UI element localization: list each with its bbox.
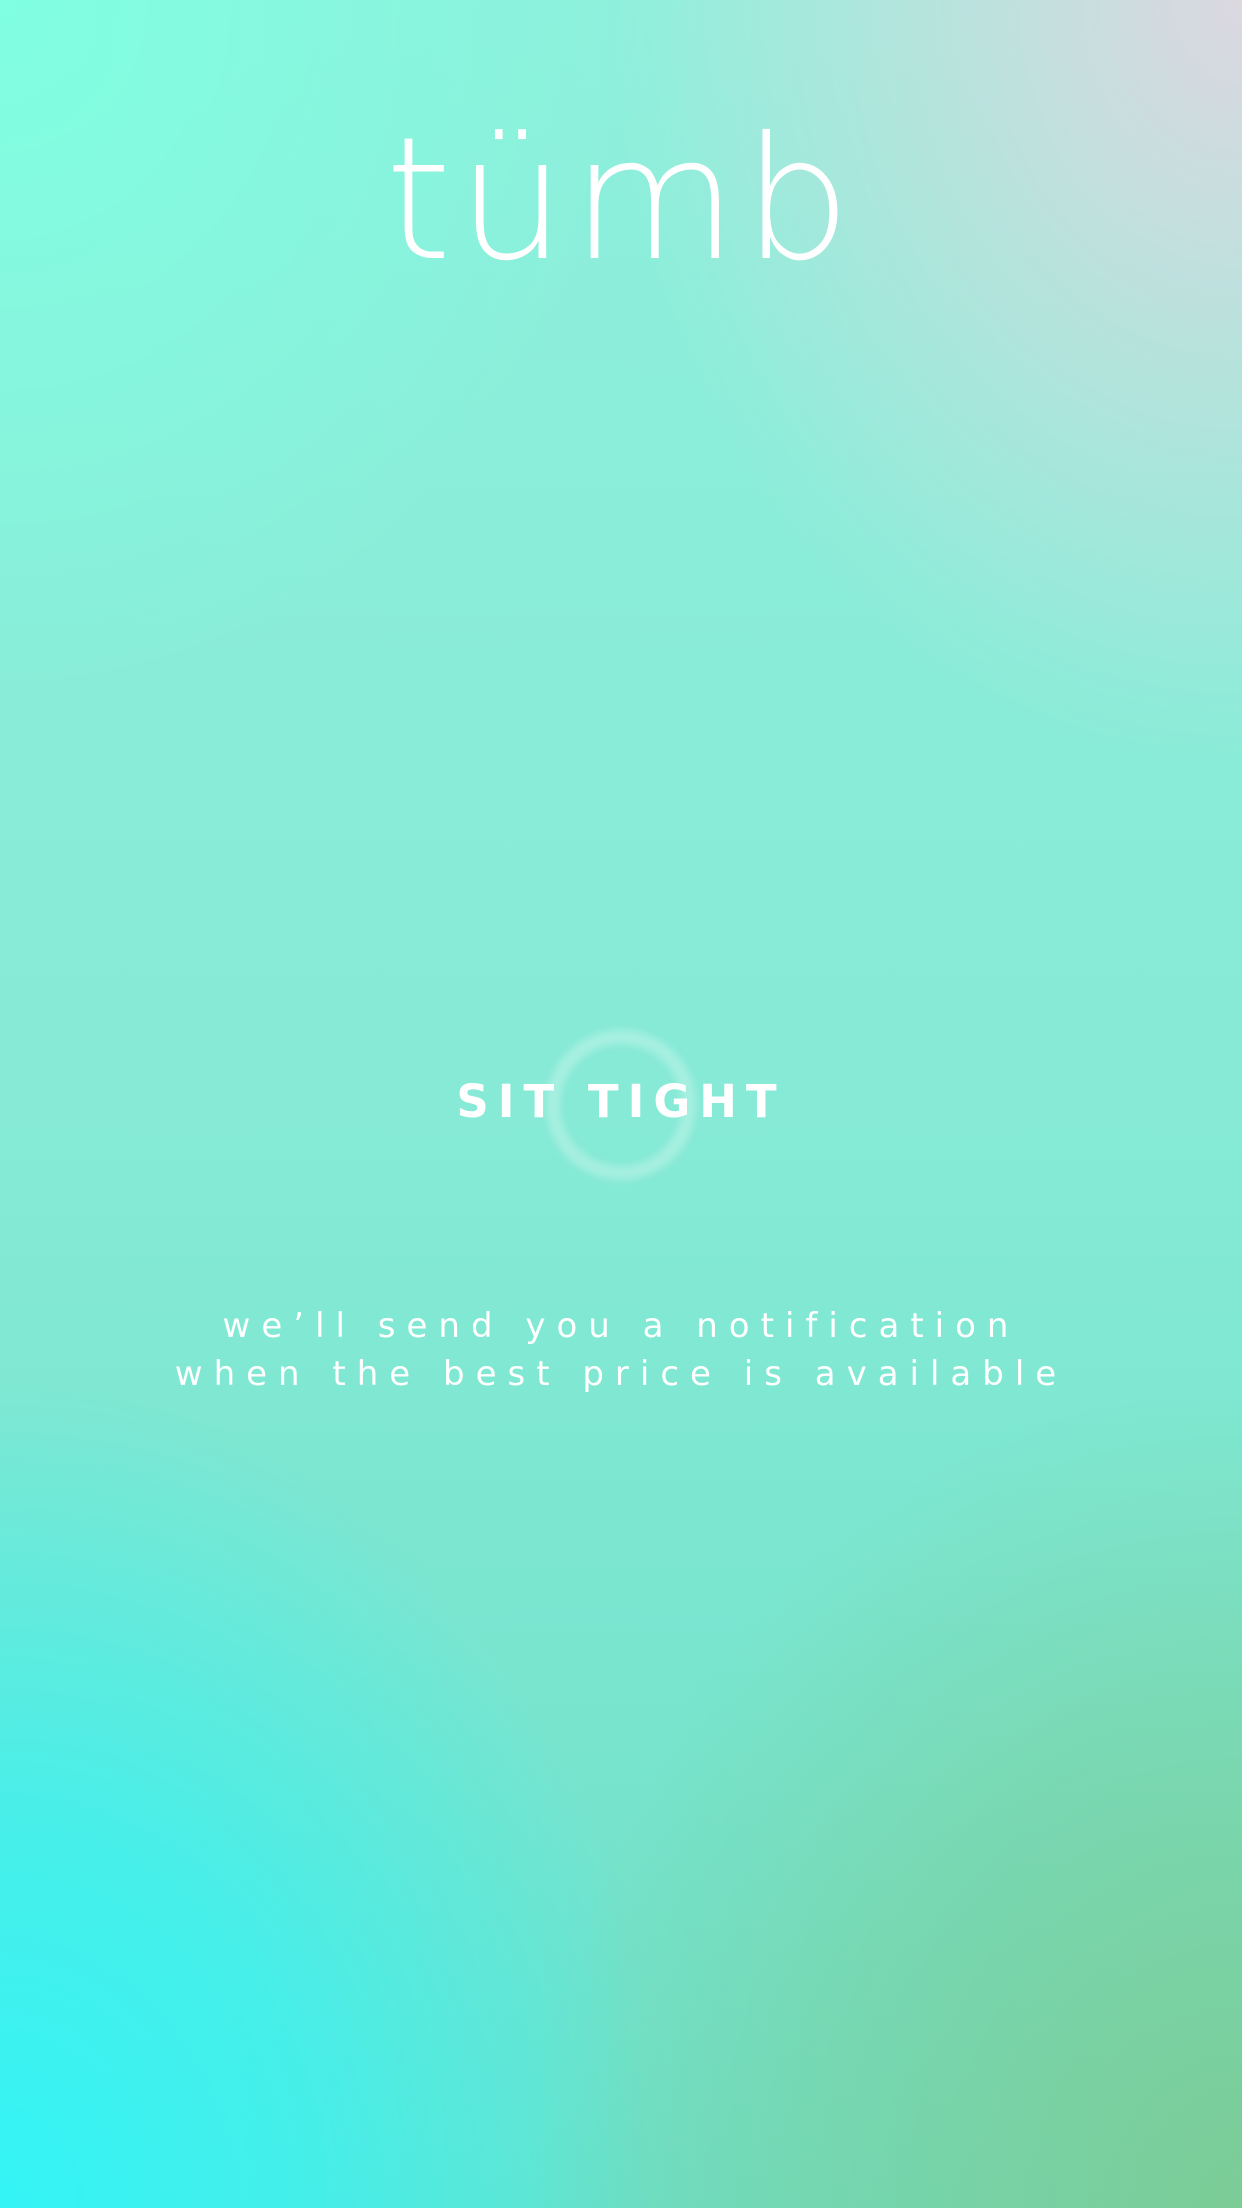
status-message-line-1: we’ll send you a notification	[222, 1306, 1020, 1346]
loading-screen: tümb SIT TIGHT we’ll send you a notifica…	[0, 0, 1242, 2208]
app-logo: tümb	[385, 101, 857, 299]
status-message: we’ll send you a notification when the b…	[0, 1302, 1242, 1398]
status-title: SIT TIGHT	[456, 1075, 786, 1128]
status-message-line-2: when the best price is available	[174, 1354, 1068, 1394]
